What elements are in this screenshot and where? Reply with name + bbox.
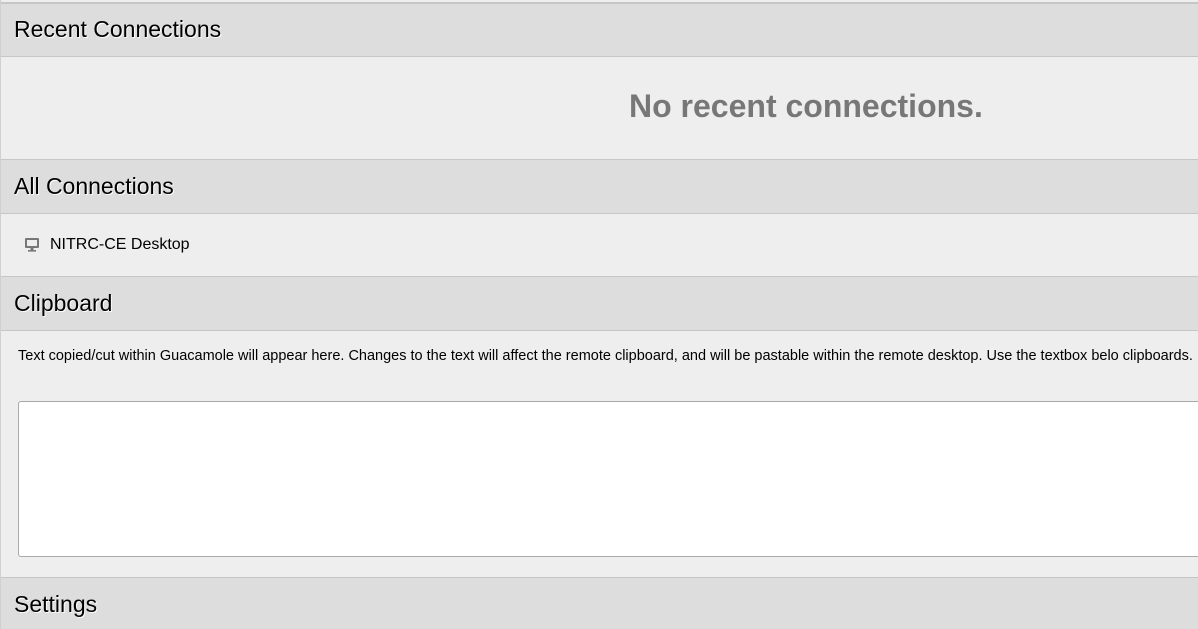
- connection-list: NITRC-CE Desktop: [1, 214, 1198, 276]
- monitor-icon: [23, 236, 41, 254]
- recent-connections-area: No recent connections.: [1, 57, 1198, 159]
- clipboard-title: Clipboard: [14, 290, 113, 316]
- recent-connections-header: Recent Connections: [1, 2, 1198, 57]
- clipboard-section: Text copied/cut within Guacamole will ap…: [1, 331, 1198, 577]
- clipboard-textarea[interactable]: [18, 401, 1198, 557]
- guacamole-menu-panel: Recent Connections No recent connections…: [0, 0, 1198, 629]
- connection-item-nitrc-ce-desktop[interactable]: NITRC-CE Desktop: [23, 234, 190, 256]
- recent-connections-title: Recent Connections: [14, 16, 222, 42]
- settings-title: Settings: [14, 591, 98, 617]
- clipboard-description: Text copied/cut within Guacamole will ap…: [18, 348, 1193, 364]
- connection-name: NITRC-CE Desktop: [50, 236, 190, 253]
- all-connections-header: All Connections: [1, 159, 1198, 214]
- no-recent-connections-message: No recent connections.: [629, 88, 983, 124]
- all-connections-title: All Connections: [14, 173, 174, 199]
- settings-header: Settings: [1, 577, 1198, 629]
- clipboard-header: Clipboard: [1, 276, 1198, 331]
